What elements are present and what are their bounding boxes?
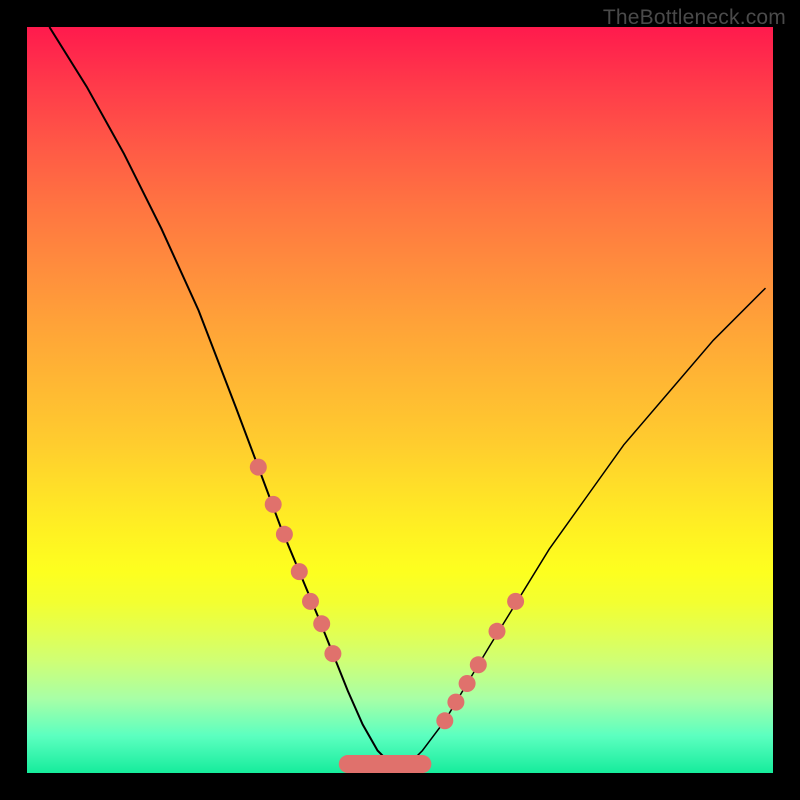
marker-right [489, 623, 506, 640]
marker-left [302, 593, 319, 610]
curve-left [49, 27, 407, 766]
marker-right [459, 675, 476, 692]
marker-right [507, 593, 524, 610]
plot-area [27, 27, 773, 773]
marker-left [276, 526, 293, 543]
marker-left [265, 496, 282, 513]
trough-blob [339, 755, 432, 773]
marker-right [470, 656, 487, 673]
curve-right [393, 288, 766, 765]
marker-left [313, 615, 330, 632]
marker-right [447, 694, 464, 711]
chart-container: TheBottleneck.com [0, 0, 800, 800]
marker-right [436, 712, 453, 729]
chart-svg [27, 27, 773, 773]
marker-left [250, 459, 267, 476]
watermark-text: TheBottleneck.com [603, 6, 786, 30]
marker-left [291, 563, 308, 580]
marker-left [324, 645, 341, 662]
